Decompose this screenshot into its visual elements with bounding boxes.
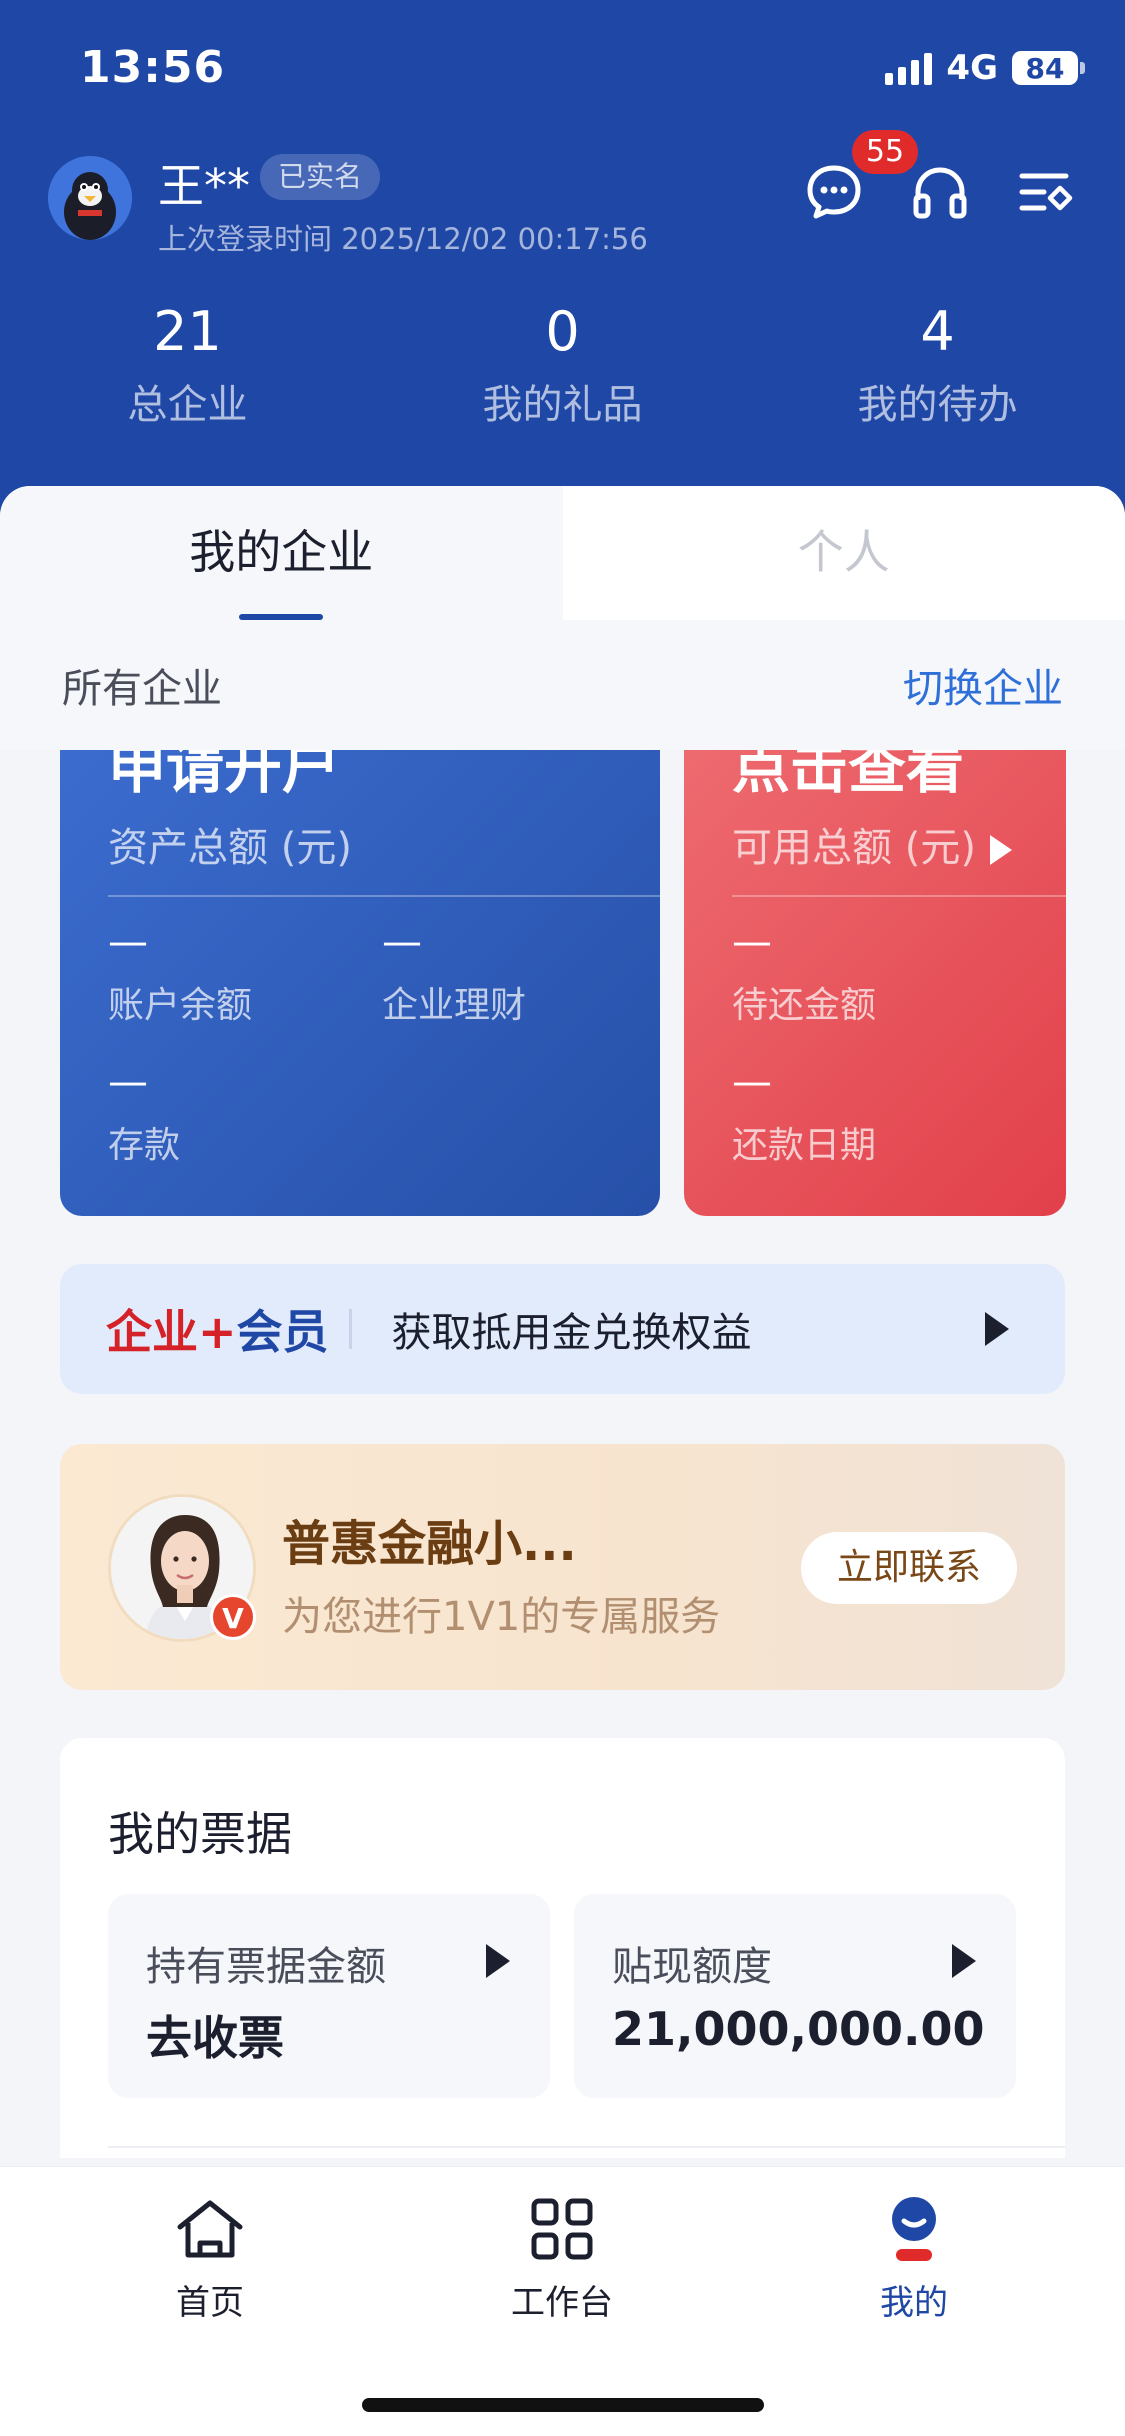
advisor-description: 为您进行1V1的专属服务 xyxy=(282,1594,721,1640)
last-login-text: 上次登录时间 2025/12/02 00:17:56 xyxy=(158,222,648,256)
contact-now-button[interactable]: 立即联系 xyxy=(801,1532,1017,1604)
profile-row: 王** 已实名 上次登录时间 2025/12/02 00:17:56 55 xyxy=(48,130,1078,260)
divider xyxy=(348,1309,352,1349)
advisor-card: V 普惠金融小... 为您进行1V1的专属服务 立即联系 xyxy=(60,1444,1065,1690)
divider xyxy=(108,2146,1065,2148)
battery-icon: 84 xyxy=(1012,51,1085,85)
bill-label: 贴现额度 xyxy=(612,1944,772,1990)
message-button[interactable]: 55 xyxy=(802,130,918,224)
bill-value: 去收票 xyxy=(146,2011,284,2065)
value: — xyxy=(382,919,422,965)
amount-due: — 待还金额 xyxy=(732,922,876,1028)
nav-label: 工作台 xyxy=(511,2283,613,2323)
available-total-label[interactable]: 可用总额 (元) xyxy=(732,815,1012,873)
tab-label: 个人 xyxy=(797,525,890,579)
bill-value: 21,000,000.00 xyxy=(612,2002,985,2056)
value: — xyxy=(732,1059,772,1105)
status-time: 13:56 xyxy=(80,42,226,93)
menu-button[interactable] xyxy=(1014,160,1078,224)
value: — xyxy=(108,919,148,965)
enterprise-wealth: — 企业理财 xyxy=(382,922,526,1028)
stat-value: 0 xyxy=(545,300,580,363)
divider xyxy=(108,895,660,897)
label: 待还金额 xyxy=(732,985,877,1026)
customer-service-button[interactable] xyxy=(908,160,972,224)
divider xyxy=(732,895,1066,897)
stat-value: 21 xyxy=(153,300,222,363)
member-brand-logo: 企业+会员 xyxy=(106,1305,329,1359)
profile-icon xyxy=(892,2197,936,2261)
held-bills-card[interactable]: 持有票据金额 去收票 xyxy=(108,1894,550,2098)
account-card[interactable]: 申请开户 资产总额 (元) — 账户余额 — 企业理财 — 存款 xyxy=(60,700,660,1216)
discount-limit-card[interactable]: 贴现额度 21,000,000.00 xyxy=(574,1894,1016,2098)
tab-indicator xyxy=(239,614,324,620)
avatar[interactable] xyxy=(48,156,132,240)
switch-enterprise-link[interactable]: 切换企业 xyxy=(903,656,1063,714)
chat-icon xyxy=(807,165,861,219)
network-type: 4G xyxy=(946,48,998,88)
stat-gifts[interactable]: 0 我的礼品 xyxy=(375,300,750,430)
verified-v-badge: V xyxy=(210,1594,256,1640)
tab-personal[interactable]: 个人 xyxy=(562,486,1125,620)
account-balance: — 账户余额 xyxy=(108,922,252,1028)
tab-my-enterprise[interactable]: 我的企业 xyxy=(0,486,563,620)
play-arrow-icon xyxy=(486,1944,510,1978)
battery-level: 84 xyxy=(1012,51,1078,85)
nav-label: 首页 xyxy=(176,2283,244,2323)
nav-label: 我的 xyxy=(880,2283,948,2323)
all-enterprises-label[interactable]: 所有企业 xyxy=(62,656,222,714)
member-banner[interactable]: 企业+会员 获取抵用金兑换权益 xyxy=(60,1264,1065,1394)
stat-label: 总企业 xyxy=(127,382,248,428)
repayment-date: — 还款日期 xyxy=(732,1062,876,1168)
header: 13:56 4G 84 王** 已实名 上次登录时间 2025/12/02 00… xyxy=(0,0,1125,520)
signal-icon xyxy=(885,51,933,85)
label: 企业理财 xyxy=(382,985,527,1026)
tab-label: 我的企业 xyxy=(189,525,374,579)
credit-card[interactable]: 点击查看 可用总额 (元) — 待还金额 — 还款日期 xyxy=(684,700,1066,1216)
member-banner-text: 获取抵用金兑换权益 xyxy=(391,1310,752,1356)
stat-todos[interactable]: 4 我的待办 xyxy=(750,300,1125,430)
stat-label: 我的礼品 xyxy=(482,382,643,428)
play-arrow-icon xyxy=(989,835,1012,865)
nav-mine[interactable]: 我的 xyxy=(804,2189,1024,2324)
my-bills-section: 我的票据 持有票据金额 去收票 贴现额度 21,000,000.00 xyxy=(60,1738,1065,2158)
home-icon xyxy=(177,2200,243,2258)
label: 还款日期 xyxy=(732,1125,877,1166)
account-cards: 申请开户 资产总额 (元) — 账户余额 — 企业理财 — 存款 点击查看 可用… xyxy=(0,700,1125,1220)
value: — xyxy=(108,1059,148,1105)
status-bar: 13:56 4G 84 xyxy=(0,38,1125,98)
section-title: 我的票据 xyxy=(108,1807,292,1861)
total-assets-label: 资产总额 (元) xyxy=(108,825,352,871)
verified-badge: 已实名 xyxy=(260,154,381,200)
grid-icon xyxy=(531,2198,593,2260)
nav-home[interactable]: 首页 xyxy=(100,2189,320,2324)
settings-list-icon xyxy=(1019,173,1073,211)
advisor-name: 普惠金融小... xyxy=(282,1516,577,1572)
headset-icon xyxy=(913,167,967,219)
available-total-text: 可用总额 (元) xyxy=(732,825,976,871)
stat-value: 4 xyxy=(920,300,955,363)
stats-row: 21 总企业 0 我的礼品 4 我的待办 xyxy=(0,300,1125,430)
home-indicator xyxy=(362,2398,764,2412)
bill-label: 持有票据金额 xyxy=(146,1944,386,1990)
play-arrow-icon xyxy=(952,1944,976,1978)
deposit: — 存款 xyxy=(108,1062,180,1168)
stat-label: 我的待办 xyxy=(857,382,1018,428)
label: 账户余额 xyxy=(108,985,253,1026)
enterprise-filter-row: 所有企业 切换企业 xyxy=(0,620,1125,750)
nav-workbench[interactable]: 工作台 xyxy=(452,2189,672,2324)
stat-enterprises[interactable]: 21 总企业 xyxy=(0,300,375,430)
bottom-nav: 首页 工作台 我的 xyxy=(0,2166,1125,2436)
user-name: 王** xyxy=(158,159,250,213)
tab-sheet: 我的企业 个人 所有企业 切换企业 xyxy=(0,486,1125,750)
play-arrow-icon xyxy=(985,1312,1009,1346)
value: — xyxy=(732,919,772,965)
label: 存款 xyxy=(108,1125,181,1166)
